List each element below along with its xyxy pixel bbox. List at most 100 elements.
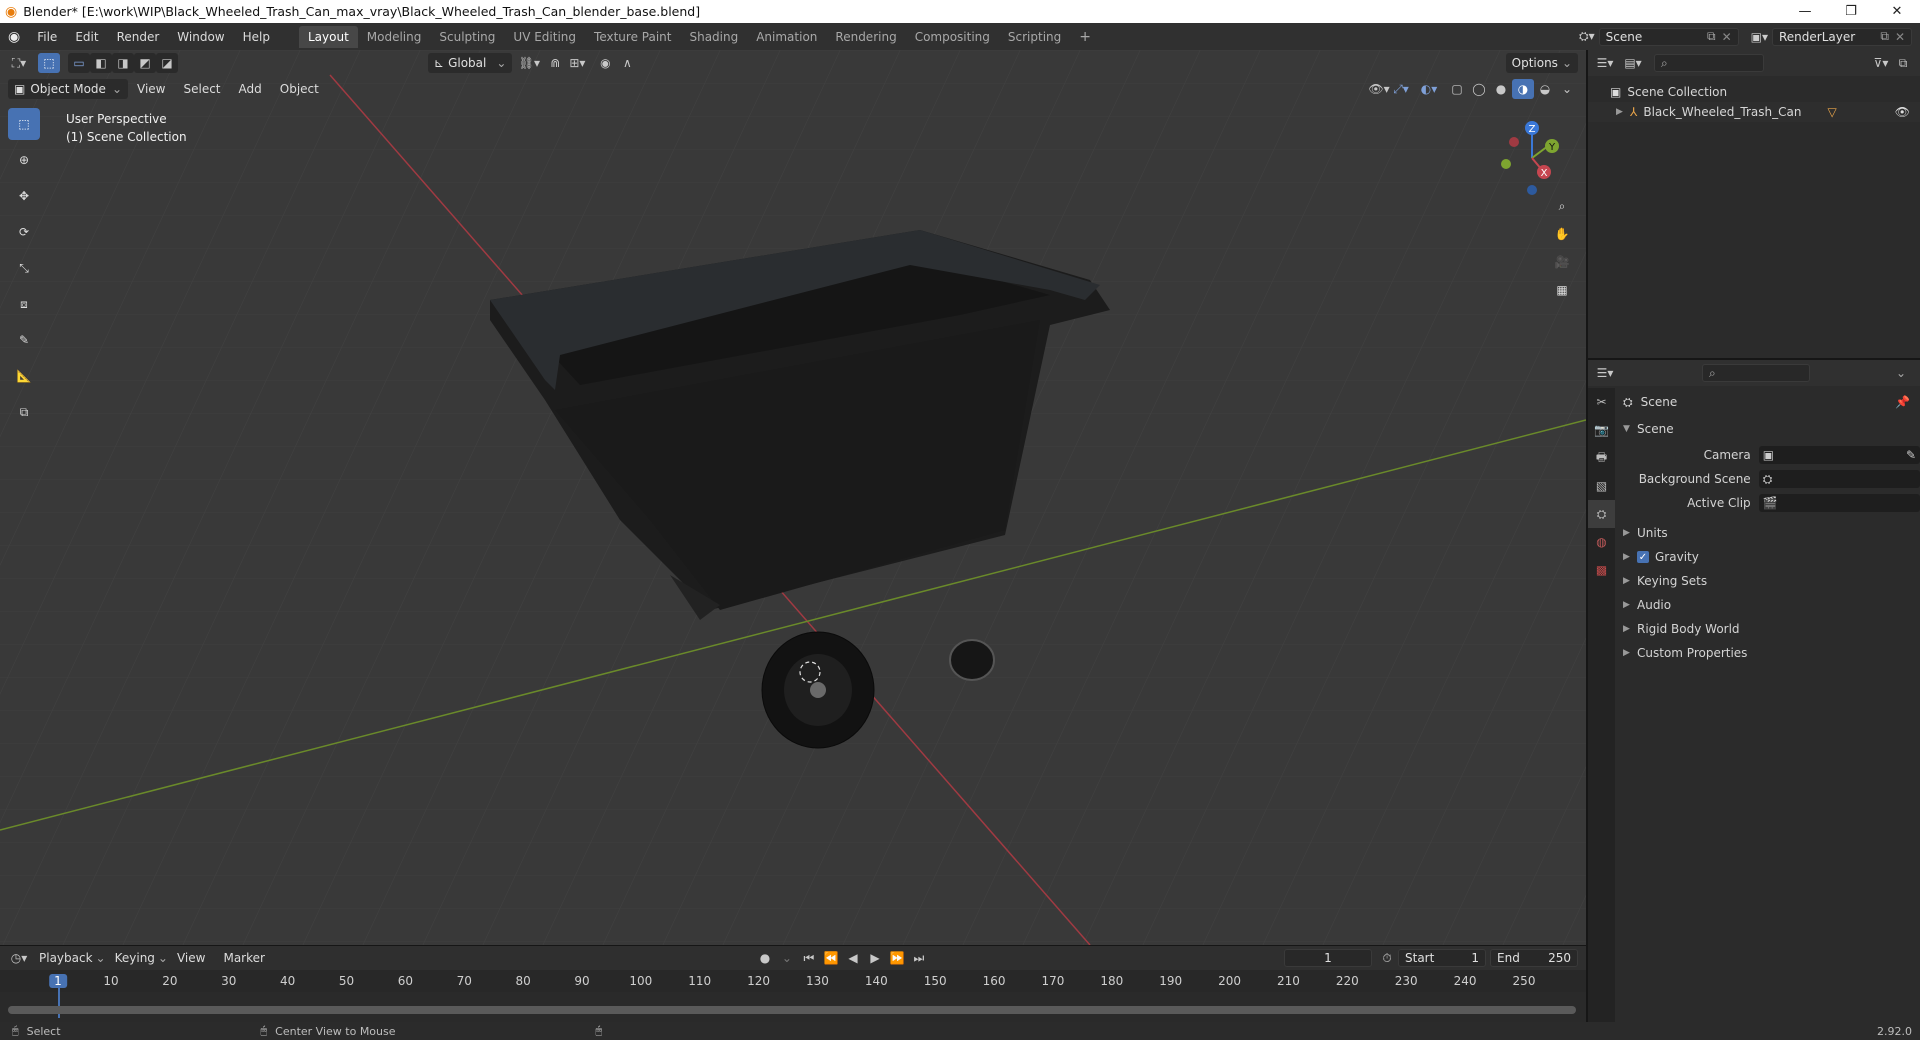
tab-animation[interactable]: Animation bbox=[747, 26, 826, 48]
select-extend-icon[interactable]: ◧ bbox=[90, 53, 112, 73]
editor-type-icon[interactable]: ⛶▾ bbox=[8, 53, 30, 73]
falloff-icon[interactable]: ∧ bbox=[616, 53, 638, 73]
play-reverse-icon[interactable]: ◀ bbox=[842, 948, 864, 968]
select-tool-icon[interactable]: ⬚ bbox=[38, 53, 60, 73]
timeline-ruler[interactable]: 1 10 20 30 40 50 60 70 80 90 100 110 120 130 140 150 160… bbox=[0, 970, 1586, 1018]
audio-panel[interactable]: ▶ Audio bbox=[1623, 594, 1913, 616]
tab-scripting[interactable]: Scripting bbox=[999, 26, 1070, 48]
renderlayer-icon[interactable]: ▣▾ bbox=[1751, 30, 1768, 44]
solid-shading-icon[interactable]: ● bbox=[1490, 79, 1512, 99]
transform-orientation-dropdown[interactable]: ⊾ Global ⌄ bbox=[428, 53, 513, 73]
pin-icon[interactable]: 📌 bbox=[1895, 395, 1910, 409]
viewport-menu-select[interactable]: Select bbox=[174, 82, 229, 96]
texture-tab-icon[interactable]: ▩ bbox=[1588, 556, 1615, 584]
shading-options-icon[interactable]: ⌄ bbox=[1556, 79, 1578, 99]
jump-keyframe-forward-icon[interactable]: ⏩ bbox=[886, 948, 908, 968]
add-workspace-button[interactable]: + bbox=[1070, 25, 1100, 49]
blender-menu-icon[interactable]: ◉ bbox=[8, 29, 20, 45]
orthographic-grid-icon[interactable]: ▦ bbox=[1548, 276, 1576, 304]
menu-file[interactable]: File bbox=[28, 30, 66, 44]
gravity-panel[interactable]: ▶ ✓ Gravity bbox=[1623, 546, 1913, 568]
scene-tab-icon[interactable]: ⛭ bbox=[1588, 500, 1615, 528]
gizmo-neg-z[interactable] bbox=[1527, 185, 1537, 195]
transform-tool-icon[interactable]: ⧈ bbox=[8, 288, 40, 320]
tab-sculpting[interactable]: Sculpting bbox=[430, 26, 504, 48]
pivot-point-icon[interactable]: ⛓▾ bbox=[518, 53, 540, 73]
eye-icon[interactable]: 👁 bbox=[1895, 105, 1910, 119]
delete-scene-icon[interactable]: ✕ bbox=[1722, 30, 1732, 44]
gizmo-toggle-icon[interactable]: ⤢▾ bbox=[1390, 79, 1412, 99]
gizmo-neg-x[interactable] bbox=[1509, 137, 1519, 147]
scrollbar-thumb[interactable] bbox=[8, 1006, 1576, 1014]
new-collection-icon[interactable]: ⧉ bbox=[1892, 53, 1914, 73]
units-panel[interactable]: ▶ Units bbox=[1623, 522, 1913, 544]
viewport-menu-object[interactable]: Object bbox=[271, 82, 328, 96]
timeline-menu-marker[interactable]: Marker bbox=[214, 951, 273, 965]
new-scene-icon[interactable]: ⧉ bbox=[1707, 29, 1716, 44]
active-clip-field[interactable]: 🎬 bbox=[1758, 494, 1920, 512]
menu-edit[interactable]: Edit bbox=[66, 30, 107, 44]
rigid-body-world-panel[interactable]: ▶ Rigid Body World bbox=[1623, 618, 1913, 640]
end-frame-field[interactable]: End 250 bbox=[1490, 949, 1578, 967]
overlay-toggle-icon[interactable]: ◐▾ bbox=[1418, 79, 1440, 99]
outliner-row-scene-collection[interactable]: ▣ Scene Collection bbox=[1588, 82, 1920, 102]
move-tool-icon[interactable]: ✥ bbox=[8, 180, 40, 212]
menu-help[interactable]: Help bbox=[234, 30, 279, 44]
rendered-shading-icon[interactable]: ◒ bbox=[1534, 79, 1556, 99]
outliner-editor-type-icon[interactable]: ☰▾ bbox=[1594, 53, 1616, 73]
view-layer-tab-icon[interactable]: ▧ bbox=[1588, 472, 1615, 500]
current-frame-field[interactable]: 1 bbox=[1284, 949, 1372, 967]
background-scene-field[interactable]: ⛭ bbox=[1758, 470, 1920, 488]
world-tab-icon[interactable]: ◍ bbox=[1588, 528, 1615, 556]
display-mode-icon[interactable]: ▤▾ bbox=[1622, 53, 1644, 73]
proportional-edit-icon[interactable]: ◉ bbox=[594, 53, 616, 73]
xray-icon[interactable]: ▢ bbox=[1446, 79, 1468, 99]
select-new-icon[interactable]: ▭ bbox=[68, 53, 90, 73]
jump-start-icon[interactable]: ⏮ bbox=[798, 948, 820, 968]
scene-icon[interactable]: ⛭▾ bbox=[1579, 29, 1595, 44]
tab-shading[interactable]: Shading bbox=[680, 26, 747, 48]
timeline-menu-keying[interactable]: Keying bbox=[106, 951, 164, 965]
rotate-tool-icon[interactable]: ⟳ bbox=[8, 216, 40, 248]
render-tab-icon[interactable]: 📷 bbox=[1588, 416, 1615, 444]
select-invert-icon[interactable]: ◩ bbox=[134, 53, 156, 73]
wireframe-shading-icon[interactable]: ◯ bbox=[1468, 79, 1490, 99]
preview-range-icon[interactable]: ⏱ bbox=[1376, 948, 1398, 968]
keying-sets-panel[interactable]: ▶ Keying Sets bbox=[1623, 570, 1913, 592]
annotate-tool-icon[interactable]: ✎ bbox=[8, 324, 40, 356]
timeline-menu-playback[interactable]: Playback bbox=[30, 951, 102, 965]
navigation-gizmo[interactable]: Z Y X bbox=[1490, 112, 1570, 202]
current-frame-marker[interactable]: 1 bbox=[49, 974, 67, 988]
delete-layer-icon[interactable]: ✕ bbox=[1895, 30, 1905, 44]
cursor-tool-icon[interactable]: ⊕ bbox=[8, 144, 40, 176]
gravity-checkbox[interactable]: ✓ bbox=[1637, 551, 1649, 563]
tab-compositing[interactable]: Compositing bbox=[906, 26, 999, 48]
options-dropdown[interactable]: Options ⌄ bbox=[1505, 53, 1578, 73]
tool-tab-icon[interactable]: ✂ bbox=[1588, 388, 1615, 416]
camera-field[interactable]: ▣ ✎ bbox=[1758, 446, 1920, 464]
menu-window[interactable]: Window bbox=[168, 30, 233, 44]
record-options-icon[interactable]: ⌄ bbox=[776, 948, 798, 968]
properties-editor-type-icon[interactable]: ☰▾ bbox=[1594, 363, 1616, 383]
record-icon[interactable]: ● bbox=[754, 948, 776, 968]
pan-hand-icon[interactable]: ✋ bbox=[1548, 220, 1576, 248]
timeline-scrollbar[interactable] bbox=[8, 1006, 1576, 1014]
zoom-icon[interactable]: ⌕ bbox=[1548, 192, 1576, 220]
snap-target-icon[interactable]: ⊞▾ bbox=[566, 53, 588, 73]
output-tab-icon[interactable]: 🖶 bbox=[1588, 444, 1615, 472]
expand-triangle-icon[interactable]: ▶ bbox=[1616, 107, 1630, 117]
close-button[interactable]: ✕ bbox=[1874, 4, 1920, 19]
new-layer-icon[interactable]: ⧉ bbox=[1880, 29, 1889, 44]
outliner-row-object[interactable]: ▶ ⅄ Black_Wheeled_Trash_Can ▽ 👁 bbox=[1588, 102, 1920, 122]
renderlayer-selector[interactable]: RenderLayer ⧉ ✕ bbox=[1772, 27, 1912, 46]
select-box-tool-icon[interactable]: ⬚ bbox=[8, 108, 40, 140]
select-subtract-icon[interactable]: ◨ bbox=[112, 53, 134, 73]
add-cube-tool-icon[interactable]: ⧉ bbox=[8, 396, 40, 428]
snap-icon[interactable]: ⋒ bbox=[544, 53, 566, 73]
viewport-menu-add[interactable]: Add bbox=[230, 82, 271, 96]
menu-render[interactable]: Render bbox=[108, 30, 169, 44]
jump-end-icon[interactable]: ⏭ bbox=[908, 948, 930, 968]
jump-keyframe-back-icon[interactable]: ⏪ bbox=[820, 948, 842, 968]
select-intersect-icon[interactable]: ◪ bbox=[156, 53, 178, 73]
play-icon[interactable]: ▶ bbox=[864, 948, 886, 968]
